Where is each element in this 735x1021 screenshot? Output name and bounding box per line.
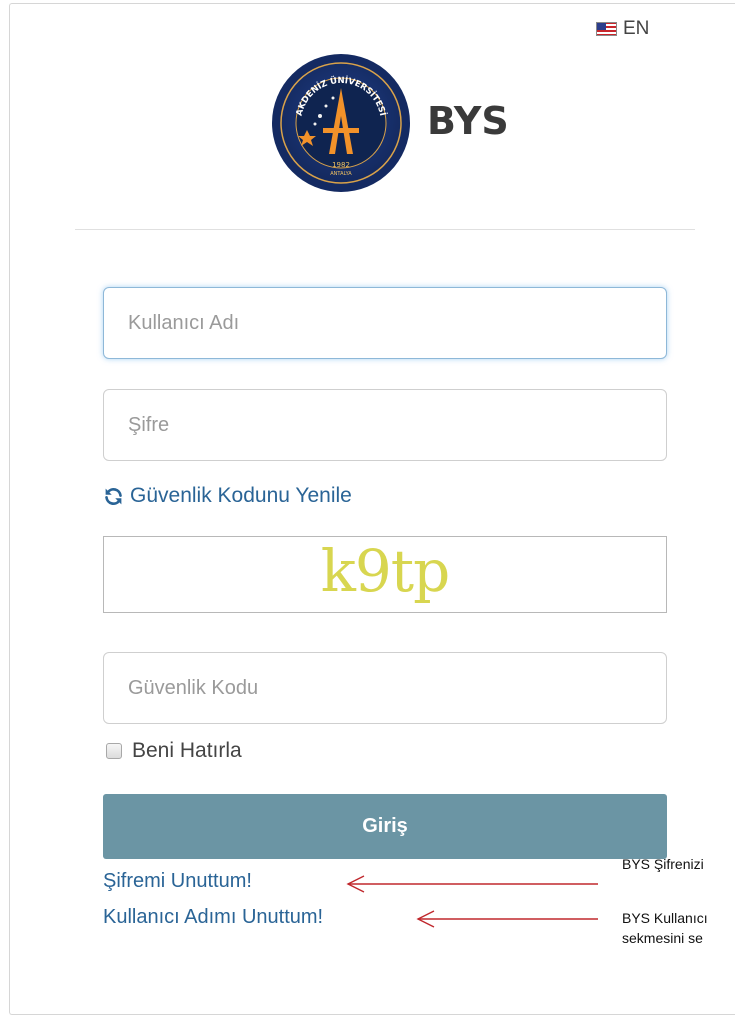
brand-title: BYS <box>427 99 509 143</box>
annotation-arrow-username <box>416 910 598 928</box>
refresh-captcha-link[interactable]: Güvenlik Kodunu Yenile <box>103 484 352 508</box>
remember-checkbox[interactable] <box>106 743 122 759</box>
login-button[interactable]: Giriş <box>103 794 667 859</box>
header-divider <box>75 229 695 230</box>
logo-year: 1982 <box>332 161 350 169</box>
remember-label: Beni Hatırla <box>132 739 242 762</box>
captcha-text: k9tp <box>320 536 450 605</box>
refresh-icon <box>105 487 122 505</box>
language-label: EN <box>623 18 650 39</box>
remember-me[interactable]: Beni Hatırla <box>106 739 242 763</box>
captcha-input[interactable] <box>103 652 667 724</box>
logo-city: ANTALYA <box>330 171 352 177</box>
us-flag-icon <box>596 22 617 36</box>
annotation-arrow-password <box>346 875 598 893</box>
forgot-username-link[interactable]: Kullanıcı Adımı Unuttum! <box>103 906 323 929</box>
forgot-password-link[interactable]: Şifremi Unuttum! <box>103 870 252 893</box>
annotation-username-line1: BYS Kullanıcı <box>622 910 708 926</box>
annotation-username-line2: sekmesini se <box>622 930 703 946</box>
annotation-username-note: BYS Kullanıcı sekmesini se <box>622 908 735 948</box>
language-switch[interactable]: EN <box>596 18 649 40</box>
captcha-image: k9tp <box>103 536 667 613</box>
password-input[interactable] <box>103 389 667 461</box>
university-logo: AKDENİZ ÜNİVERSİTESİ 1982 ANTALYA <box>271 50 411 196</box>
annotation-password-note: BYS Şifrenizi <box>622 856 704 872</box>
refresh-label: Güvenlik Kodunu Yenile <box>130 484 352 507</box>
username-input[interactable] <box>103 287 667 359</box>
